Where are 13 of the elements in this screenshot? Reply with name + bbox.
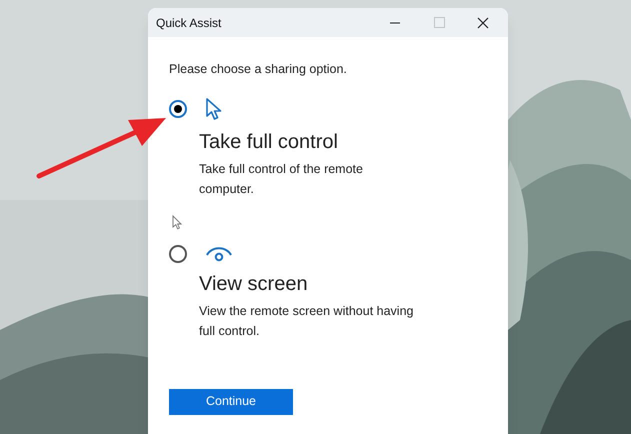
- option-title: View screen: [199, 272, 309, 297]
- option-description: View the remote screen without having full control.: [199, 302, 414, 340]
- window-title: Quick Assist: [156, 14, 222, 32]
- eye-icon: [205, 246, 233, 262]
- option-title: Take full control: [199, 130, 339, 155]
- option-description: Take full control of the remote computer.: [199, 160, 364, 198]
- close-icon[interactable]: [477, 16, 489, 28]
- pointer-icon: [205, 96, 223, 121]
- prompt-text: Please choose a sharing option.: [169, 61, 348, 78]
- continue-button[interactable]: Continue: [169, 388, 293, 415]
- mouse-cursor-icon: [172, 215, 182, 230]
- radio-button[interactable]: [169, 100, 187, 118]
- radio-button[interactable]: [169, 244, 187, 263]
